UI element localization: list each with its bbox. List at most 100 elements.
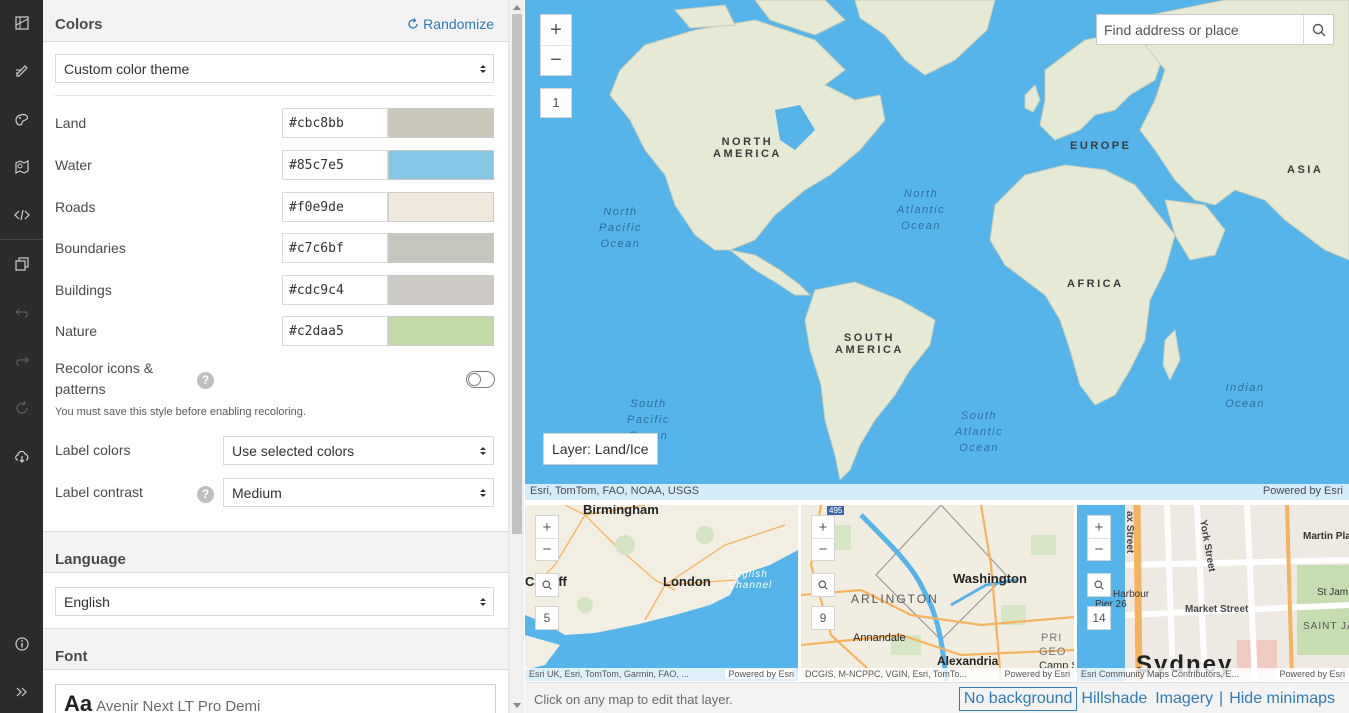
label-indian-ocean: Indian Ocean bbox=[1225, 382, 1265, 410]
powered-by: Powered by Esri bbox=[1262, 485, 1343, 497]
minimap-zoom-controls: + − bbox=[1087, 515, 1111, 561]
minimap-sydney[interactable]: ax Street York Street Market Street Mart… bbox=[1077, 505, 1349, 681]
basemap-icon[interactable] bbox=[0, 3, 43, 43]
minimap-search-icon[interactable] bbox=[535, 573, 559, 597]
label-saint-james: SAINT JA bbox=[1303, 621, 1349, 632]
language-title: Language bbox=[55, 551, 126, 568]
minimap-zoom-level: 5 bbox=[535, 606, 559, 630]
recolor-toggle[interactable] bbox=[466, 371, 495, 388]
color-swatch[interactable] bbox=[388, 150, 494, 180]
scrollbar-thumb[interactable] bbox=[512, 14, 522, 534]
color-row-label: Boundaries bbox=[55, 240, 126, 256]
color-hex-input[interactable]: #c2daa5 bbox=[282, 316, 388, 346]
font-name: Avenir Next LT Pro Demi bbox=[96, 698, 261, 713]
minimap-zoom-out-button[interactable]: − bbox=[536, 538, 558, 560]
zoom-out-button[interactable]: − bbox=[541, 45, 571, 75]
cloud-save-icon[interactable] bbox=[0, 436, 43, 476]
color-row-label: Water bbox=[55, 157, 92, 173]
label-africa: AFRICA bbox=[1067, 278, 1124, 290]
color-row-label: Roads bbox=[55, 199, 96, 215]
scroll-down-icon[interactable] bbox=[513, 703, 521, 708]
color-swatch[interactable] bbox=[388, 233, 494, 263]
imagery-button[interactable]: Imagery bbox=[1151, 688, 1217, 710]
redo-icon[interactable] bbox=[0, 340, 43, 380]
street-label-market: Market Street bbox=[1185, 604, 1249, 615]
label-martin-place: Martin Pla bbox=[1303, 531, 1349, 542]
panel-scrollbar[interactable] bbox=[508, 0, 524, 713]
color-hex-input[interactable]: #85c7e5 bbox=[282, 150, 388, 180]
label-english-channel: English Channel bbox=[728, 569, 773, 591]
expand-icon[interactable] bbox=[0, 672, 43, 712]
scroll-up-icon[interactable] bbox=[513, 5, 521, 10]
label-contrast-label: Label contrast bbox=[55, 484, 143, 500]
edit-icon[interactable] bbox=[0, 51, 43, 91]
label-south-america: SOUTH AMERICA bbox=[835, 332, 904, 356]
style-editor-app: Colors Randomize Custom color theme Land… bbox=[0, 0, 1349, 713]
label-contrast-value: Medium bbox=[232, 485, 282, 501]
style-panel: Colors Randomize Custom color theme Land… bbox=[43, 0, 508, 713]
recolor-help-icon[interactable]: ? bbox=[197, 372, 214, 389]
minimap-zoom-in-button[interactable]: + bbox=[1088, 516, 1110, 538]
label-colors-select[interactable]: Use selected colors bbox=[223, 436, 494, 465]
map-layers-icon[interactable] bbox=[0, 147, 43, 187]
minimap-zoom-out-button[interactable]: − bbox=[812, 538, 834, 560]
no-background-button[interactable]: No background bbox=[958, 687, 1078, 711]
hillshade-button[interactable]: Hillshade bbox=[1077, 688, 1151, 710]
language-value: English bbox=[64, 594, 110, 610]
color-theme-select[interactable]: Custom color theme bbox=[55, 54, 494, 83]
label-asia: ASIA bbox=[1287, 164, 1324, 176]
label-colors-value: Use selected colors bbox=[232, 443, 355, 459]
language-select[interactable]: English bbox=[55, 587, 494, 616]
label-pri: PRI bbox=[1041, 632, 1063, 644]
minimap-zoom-in-button[interactable]: + bbox=[812, 516, 834, 538]
color-hex-input[interactable]: #cbc8bb bbox=[282, 108, 388, 138]
randomize-button[interactable]: Randomize bbox=[407, 16, 494, 32]
color-swatch[interactable] bbox=[388, 275, 494, 305]
color-hex-input[interactable]: #cdc9c4 bbox=[282, 275, 388, 305]
randomize-label: Randomize bbox=[423, 16, 494, 32]
minimap-search-icon[interactable] bbox=[811, 573, 835, 597]
minimap-zoom-out-button[interactable]: − bbox=[1088, 538, 1110, 560]
color-row-label: Land bbox=[55, 115, 87, 131]
minimap-london[interactable]: Birmingham London Cardiff EnglishChannel… bbox=[525, 505, 798, 681]
color-swatch[interactable] bbox=[388, 108, 494, 138]
label-europe: EUROPE bbox=[1070, 140, 1132, 152]
minimap-zoom-controls: + − bbox=[811, 515, 835, 561]
color-swatch[interactable] bbox=[388, 192, 494, 222]
minimap-london-graphic bbox=[525, 505, 798, 670]
font-header: Font bbox=[43, 628, 508, 670]
style-icon[interactable] bbox=[0, 99, 43, 139]
main-map[interactable]: NORTH AMERICA SOUTH AMERICA EUROPE ASIA AF… bbox=[525, 0, 1349, 500]
search-input[interactable] bbox=[1097, 15, 1305, 44]
language-header: Language bbox=[43, 531, 508, 573]
copy-icon[interactable] bbox=[0, 244, 43, 284]
color-swatch[interactable] bbox=[388, 316, 494, 346]
info-icon[interactable] bbox=[0, 624, 43, 664]
zoom-controls: + − bbox=[540, 14, 572, 76]
attribution-text: Esri, TomTom, FAO, NOAA, USGS bbox=[530, 485, 700, 497]
font-selector[interactable]: Aa Avenir Next LT Pro Demi bbox=[55, 684, 496, 713]
minimap-search-icon[interactable] bbox=[1087, 573, 1111, 597]
contrast-help-icon[interactable]: ? bbox=[197, 486, 214, 503]
reset-icon[interactable] bbox=[0, 388, 43, 428]
code-icon[interactable] bbox=[0, 195, 43, 235]
divider bbox=[55, 95, 494, 96]
zoom-in-button[interactable]: + bbox=[541, 15, 571, 45]
recolor-note: You must save this style before enabling… bbox=[55, 406, 306, 418]
minimap-attribution: Esri Community Maps Contributors, E... Po… bbox=[1077, 668, 1349, 681]
search-button[interactable] bbox=[1303, 15, 1333, 44]
zoom-level: 1 bbox=[540, 88, 572, 118]
color-row-label: Buildings bbox=[55, 282, 112, 298]
search-icon bbox=[1312, 23, 1325, 36]
label-contrast-select[interactable]: Medium bbox=[223, 478, 494, 507]
minimap-zoom-level: 14 bbox=[1087, 606, 1111, 630]
minimap-zoom-in-button[interactable]: + bbox=[536, 516, 558, 538]
color-hex-input[interactable]: #c7c6bf bbox=[282, 233, 388, 263]
hide-minimaps-button[interactable]: Hide minimaps bbox=[1225, 688, 1339, 710]
select-caret-icon bbox=[480, 447, 486, 455]
minimap-washington[interactable]: Washington ARLINGTON Annandale Alexandri… bbox=[801, 505, 1074, 681]
street-label-kent: ax Street bbox=[1124, 511, 1135, 554]
undo-icon[interactable] bbox=[0, 292, 43, 332]
color-hex-input[interactable]: #f0e9de bbox=[282, 192, 388, 222]
refresh-icon bbox=[408, 18, 418, 29]
